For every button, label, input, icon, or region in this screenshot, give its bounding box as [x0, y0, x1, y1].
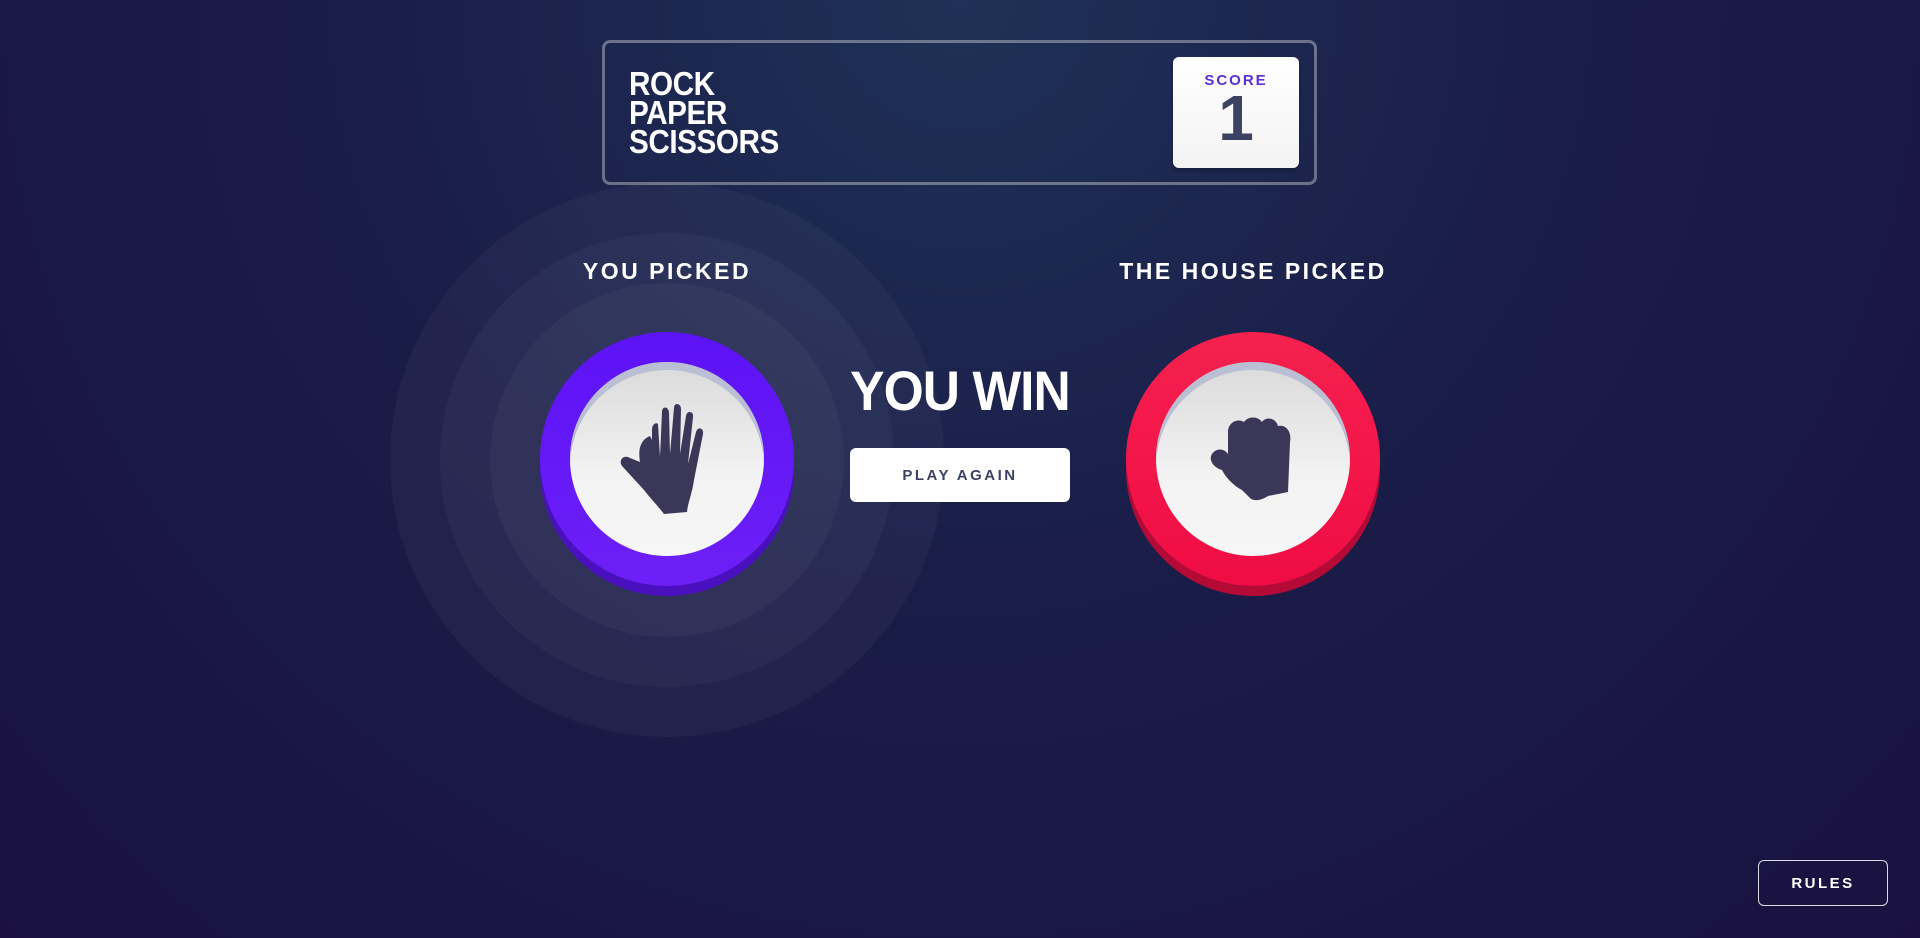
rock-fist-icon	[1210, 417, 1291, 501]
rules-button[interactable]: RULES	[1758, 860, 1888, 906]
token-face	[570, 362, 764, 556]
header: ROCK PAPER SCISSORS SCORE 1	[602, 40, 1317, 185]
house-pick-rock-token	[1126, 332, 1380, 586]
play-again-button[interactable]: PLAY AGAIN	[850, 448, 1070, 502]
result-text: YOU WIN	[850, 359, 1071, 422]
token-face	[1156, 362, 1350, 556]
score-value: 1	[1218, 82, 1254, 154]
game-logo: ROCK PAPER SCISSORS	[629, 67, 779, 161]
house-picked-label: THE HOUSE PICKED	[1119, 258, 1387, 284]
you-picked-label: YOU PICKED	[582, 258, 752, 284]
player-pick-paper-token	[540, 332, 794, 586]
score-box: SCORE 1	[1173, 57, 1299, 168]
paper-hand-icon	[620, 403, 704, 514]
logo-line-scissors: SCISSORS	[629, 123, 779, 161]
